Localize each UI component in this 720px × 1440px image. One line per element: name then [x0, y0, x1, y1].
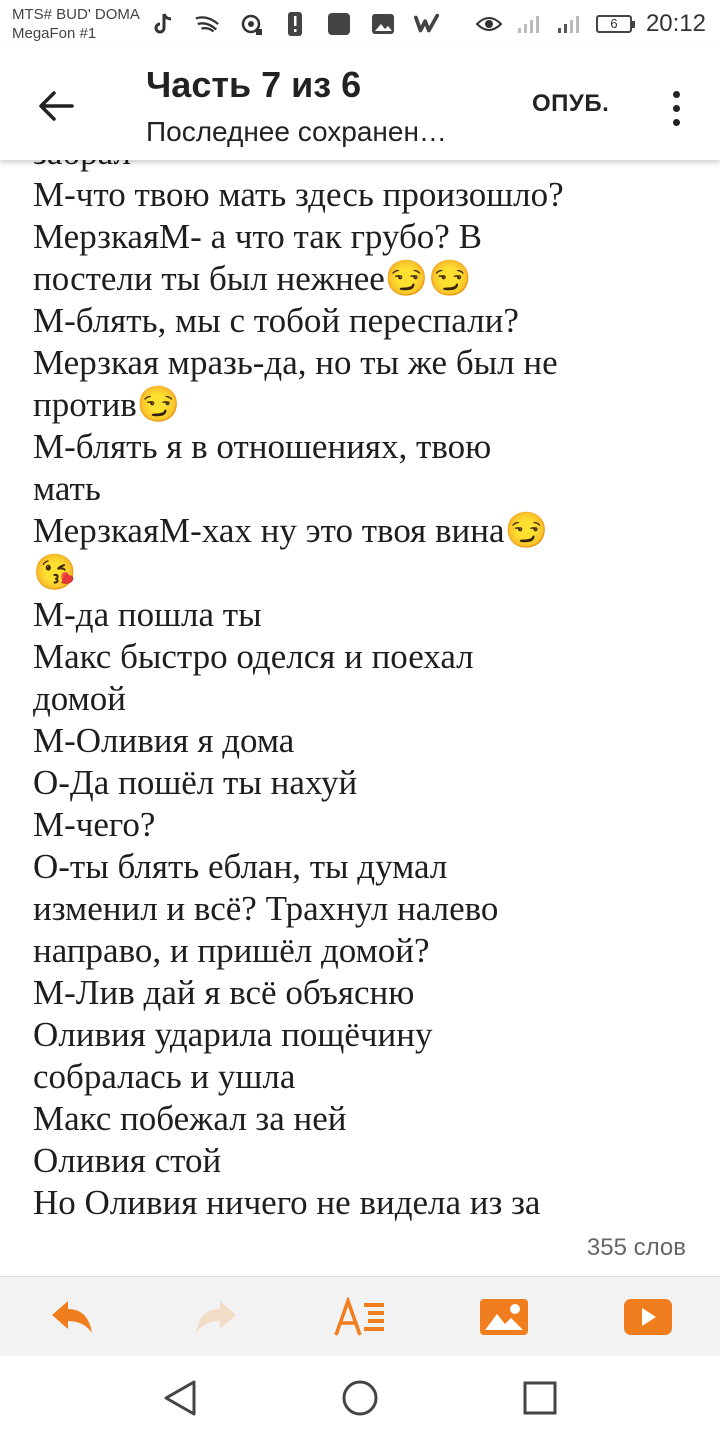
system-nav-bar [0, 1356, 720, 1440]
text-line: 😘 [33, 553, 77, 592]
nav-home-button[interactable] [338, 1376, 382, 1420]
more-dot-icon [672, 104, 680, 112]
text-line: Макс побежал за ней [33, 1099, 347, 1138]
redo-icon [196, 1301, 236, 1333]
insert-video-button[interactable] [618, 1287, 678, 1347]
more-dot-icon [672, 118, 680, 126]
circle-home-icon [342, 1380, 378, 1416]
back-button[interactable] [28, 78, 84, 134]
app-toolbar: Часть 7 из 6 Последнее сохранен… ОПУБ. [0, 48, 720, 160]
alert-icon [282, 11, 308, 37]
more-dot-icon [672, 90, 680, 98]
undo-button[interactable] [42, 1287, 102, 1347]
carrier-line-1: MTS# BUD' DOMA [12, 6, 140, 23]
eye-icon [475, 11, 502, 37]
image-icon [480, 1299, 528, 1335]
text-line: против😏 [33, 385, 181, 424]
text-line: МерзкаяМ- а что так грубо? В [33, 217, 482, 256]
text-line: М-блять я в отношениях, твою [33, 427, 492, 466]
text-line: изменил и всё? Трахнул налево [33, 889, 499, 928]
text-format-button[interactable] [330, 1287, 390, 1347]
wattpad-icon [414, 11, 440, 37]
square-recents-icon [523, 1381, 557, 1415]
page-title: Часть 7 из 6 [146, 64, 362, 105]
swift-icon [194, 11, 220, 37]
save-status: Последнее сохранен… [146, 116, 447, 147]
text-line: М-Оливия я дома [33, 721, 295, 760]
video-icon [624, 1299, 672, 1335]
text-line: Макс быстро оделся и поехал [33, 637, 474, 676]
redo-button[interactable] [186, 1287, 246, 1347]
text-line: МерзкаяМ-хах ну это твоя вина😏 [33, 511, 549, 550]
publish-button[interactable]: ОПУБ. [532, 90, 609, 118]
text-line: Оливия стой [33, 1141, 222, 1180]
text-format-icon [334, 1297, 384, 1336]
app-icon [326, 11, 352, 37]
image-icon [370, 11, 396, 37]
text-line: О-ты блять еблан, ты думал [33, 847, 448, 886]
camera-icon [238, 11, 264, 37]
text-line: М-блять, мы с тобой переспали? [33, 301, 519, 340]
editor-text[interactable]: забралМ-что твою мать здесь произошло?Ме… [33, 160, 703, 1224]
status-bar: MTS# BUD' DOMA MegaFon #1 6 20:12 [0, 0, 720, 48]
story-editor[interactable]: забралМ-что твою мать здесь произошло?Ме… [0, 160, 720, 1232]
insert-image-button[interactable] [474, 1287, 534, 1347]
text-line: М-да пошла ты [33, 595, 262, 634]
nav-recents-button[interactable] [518, 1376, 562, 1420]
carrier-info: MTS# BUD' DOMA MegaFon #1 [12, 5, 140, 43]
arrow-left-icon [39, 91, 74, 121]
text-line: Но Оливия ничего не видела из за [33, 1183, 541, 1222]
text-line: М-что твою мать здесь произошло? [33, 175, 564, 214]
battery-icon: 6 [595, 15, 635, 33]
signal-icon [556, 11, 582, 37]
triangle-back-icon [164, 1380, 196, 1416]
text-line: Оливия ударила пощёчину [33, 1015, 433, 1054]
signal-icon [516, 11, 542, 37]
text-line: М-Лив дай я всё объясню [33, 973, 415, 1012]
tiktok-icon [150, 11, 176, 37]
carrier-line-2: MegaFon #1 [12, 25, 97, 42]
text-line: мать [33, 469, 101, 508]
text-line: домой [33, 679, 127, 718]
undo-icon [52, 1301, 92, 1333]
more-options-button[interactable] [660, 84, 692, 132]
status-time: 20:12 [645, 10, 706, 37]
text-line: О-Да пошёл ты нахуй [33, 763, 358, 802]
text-line: постели ты был нежнее😏😏 [33, 259, 472, 298]
text-line: направо, и пришёл домой? [33, 931, 430, 970]
text-line: собралась и ушла [33, 1057, 296, 1096]
text-line: Мерзкая мразь-да, но ты же был не [33, 343, 558, 382]
nav-back-button[interactable] [158, 1376, 202, 1420]
editor-toolbar [0, 1276, 720, 1357]
text-line: М-чего? [33, 805, 156, 844]
text-line: забрал [33, 160, 703, 174]
word-count: 355 слов [586, 1234, 686, 1261]
